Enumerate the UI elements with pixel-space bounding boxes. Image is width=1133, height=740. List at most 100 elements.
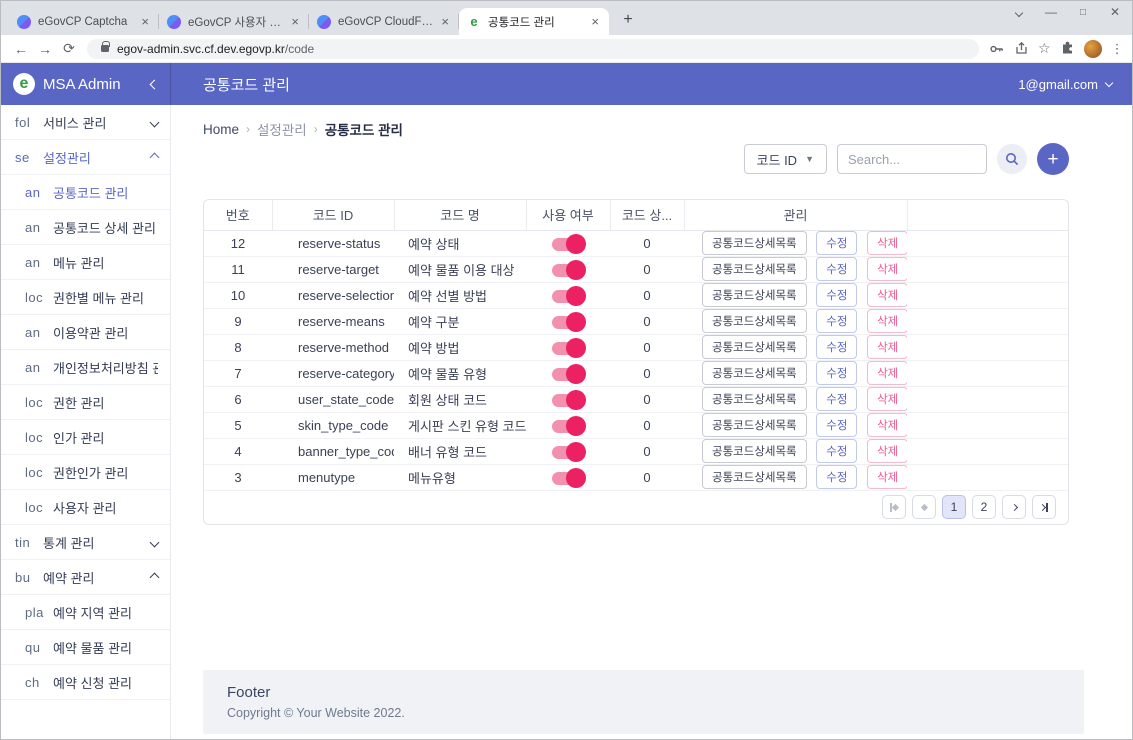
browser-tab[interactable]: eGovCP Captcha × (9, 8, 159, 35)
tab-close-icon[interactable]: × (289, 14, 301, 29)
delete-button[interactable]: 삭제 (867, 361, 907, 385)
close-window-button[interactable]: ✕ (1106, 5, 1124, 19)
extensions-puzzle-icon[interactable] (1060, 41, 1075, 56)
search-input[interactable] (837, 144, 987, 174)
use-toggle[interactable] (552, 290, 584, 303)
user-menu[interactable]: 1@gmail.com (1018, 77, 1132, 92)
delete-button[interactable]: 삭제 (867, 257, 907, 281)
detail-list-button[interactable]: 공통코드상세목록 (702, 283, 807, 307)
detail-list-button[interactable]: 공통코드상세목록 (702, 439, 807, 463)
sidebar-item-label: 메뉴 관리 (53, 253, 158, 272)
use-toggle[interactable] (552, 394, 584, 407)
browser-menu-icon[interactable]: ⋮ (1111, 41, 1124, 57)
tab-close-icon[interactable]: × (139, 14, 151, 29)
next-page-button[interactable] (1002, 495, 1026, 519)
tab-favicon (167, 15, 181, 29)
sidebar-item[interactable]: an 공통코드 상세 관리 (1, 210, 170, 245)
sidebar-item[interactable]: loc 권한 관리 (1, 385, 170, 420)
delete-button[interactable]: 삭제 (867, 335, 907, 359)
edit-button[interactable]: 수정 (816, 439, 857, 463)
sidebar-collapse-icon[interactable] (150, 79, 160, 89)
first-page-button[interactable] (882, 495, 906, 519)
refresh-button[interactable]: ⟳ (57, 40, 81, 57)
edit-button[interactable]: 수정 (816, 283, 857, 307)
edit-button[interactable]: 수정 (816, 335, 857, 359)
edit-button[interactable]: 수정 (816, 387, 857, 411)
minimize-button[interactable]: — (1042, 5, 1060, 19)
sidebar-item[interactable]: tin 통계 관리 (1, 525, 170, 560)
last-page-button[interactable] (1032, 495, 1056, 519)
sidebar-item[interactable]: an 메뉴 관리 (1, 245, 170, 280)
delete-button[interactable]: 삭제 (867, 231, 907, 255)
sidebar-item[interactable]: an 이용약관 관리 (1, 315, 170, 350)
filter-dropdown[interactable]: 코드 ID ▼ (744, 144, 827, 174)
sidebar-item[interactable]: bu 예약 관리 (1, 560, 170, 595)
use-toggle[interactable] (552, 420, 584, 433)
forward-button[interactable]: → (33, 41, 57, 57)
edit-button[interactable]: 수정 (816, 309, 857, 333)
detail-list-button[interactable]: 공통코드상세목록 (702, 465, 807, 489)
new-tab-button[interactable]: + (615, 7, 641, 33)
detail-list-button[interactable]: 공통코드상세목록 (702, 361, 807, 385)
page-number-button[interactable]: 1 (942, 495, 966, 519)
detail-list-button[interactable]: 공통코드상세목록 (702, 387, 807, 411)
edit-button[interactable]: 수정 (816, 257, 857, 281)
edit-button[interactable]: 수정 (816, 361, 857, 385)
detail-list-button[interactable]: 공통코드상세목록 (702, 413, 807, 437)
delete-button[interactable]: 삭제 (867, 309, 907, 333)
bookmark-star-icon[interactable]: ☆ (1038, 40, 1051, 57)
sidebar-item[interactable]: loc 권한별 메뉴 관리 (1, 280, 170, 315)
cell-filler (907, 334, 1068, 360)
browser-tab[interactable]: eGovCP 사용자 포털 × (159, 8, 309, 35)
use-toggle[interactable] (552, 264, 584, 277)
sidebar-item[interactable]: fol 서비스 관리 (1, 105, 170, 140)
sidebar-item[interactable]: an 공통코드 관리 (1, 175, 170, 210)
chevron-up-icon (150, 572, 160, 582)
use-toggle[interactable] (552, 446, 584, 459)
browser-tab[interactable]: e 공통코드 관리 × (459, 8, 609, 35)
cell-code-name: 예약 선별 방법 (394, 282, 526, 308)
detail-list-button[interactable]: 공통코드상세목록 (702, 335, 807, 359)
profile-avatar[interactable] (1084, 40, 1102, 58)
use-toggle[interactable] (552, 316, 584, 329)
sidebar-item[interactable]: an 개인정보처리방침 관리 (1, 350, 170, 385)
maximize-button[interactable]: □ (1074, 7, 1092, 18)
tab-search-icon[interactable] (1010, 5, 1028, 19)
use-toggle[interactable] (552, 472, 584, 485)
search-button[interactable] (997, 144, 1027, 174)
detail-list-button[interactable]: 공통코드상세목록 (702, 257, 807, 281)
detail-list-button[interactable]: 공통코드상세목록 (702, 309, 807, 333)
use-toggle[interactable] (552, 342, 584, 355)
share-icon[interactable] (1014, 41, 1029, 56)
delete-button[interactable]: 삭제 (867, 283, 907, 307)
breadcrumb-section[interactable]: 설정관리 (257, 119, 307, 139)
delete-button[interactable]: 삭제 (867, 439, 907, 463)
sidebar-item[interactable]: ch 예약 신청 관리 (1, 665, 170, 700)
detail-list-button[interactable]: 공통코드상세목록 (702, 231, 807, 255)
edit-button[interactable]: 수정 (816, 465, 857, 489)
browser-tab[interactable]: eGovCP CloudFoundry × (309, 8, 459, 35)
use-toggle[interactable] (552, 368, 584, 381)
back-button[interactable]: ← (9, 41, 33, 57)
sidebar-item[interactable]: loc 인가 관리 (1, 420, 170, 455)
delete-button[interactable]: 삭제 (867, 413, 907, 437)
use-toggle[interactable] (552, 238, 584, 251)
sidebar-item[interactable]: pla 예약 지역 관리 (1, 595, 170, 630)
password-key-icon[interactable] (989, 41, 1005, 57)
sidebar-item[interactable]: se 설정관리 (1, 140, 170, 175)
tab-close-icon[interactable]: × (439, 14, 451, 29)
sidebar-item[interactable]: loc 사용자 관리 (1, 490, 170, 525)
delete-button[interactable]: 삭제 (867, 465, 907, 489)
breadcrumb-home[interactable]: Home (203, 122, 239, 137)
tab-close-icon[interactable]: × (589, 14, 601, 29)
page-number-button[interactable]: 2 (972, 495, 996, 519)
add-code-button[interactable]: + (1037, 143, 1069, 175)
sidebar-item[interactable]: loc 권한인가 관리 (1, 455, 170, 490)
delete-button[interactable]: 삭제 (867, 387, 907, 411)
sidebar-item[interactable]: qu 예약 물품 관리 (1, 630, 170, 665)
egov-logo: e (13, 73, 35, 95)
address-bar[interactable]: egov-admin.svc.cf.dev.egovp.kr/code (87, 39, 979, 59)
prev-page-button[interactable] (912, 495, 936, 519)
edit-button[interactable]: 수정 (816, 413, 857, 437)
edit-button[interactable]: 수정 (816, 231, 857, 255)
